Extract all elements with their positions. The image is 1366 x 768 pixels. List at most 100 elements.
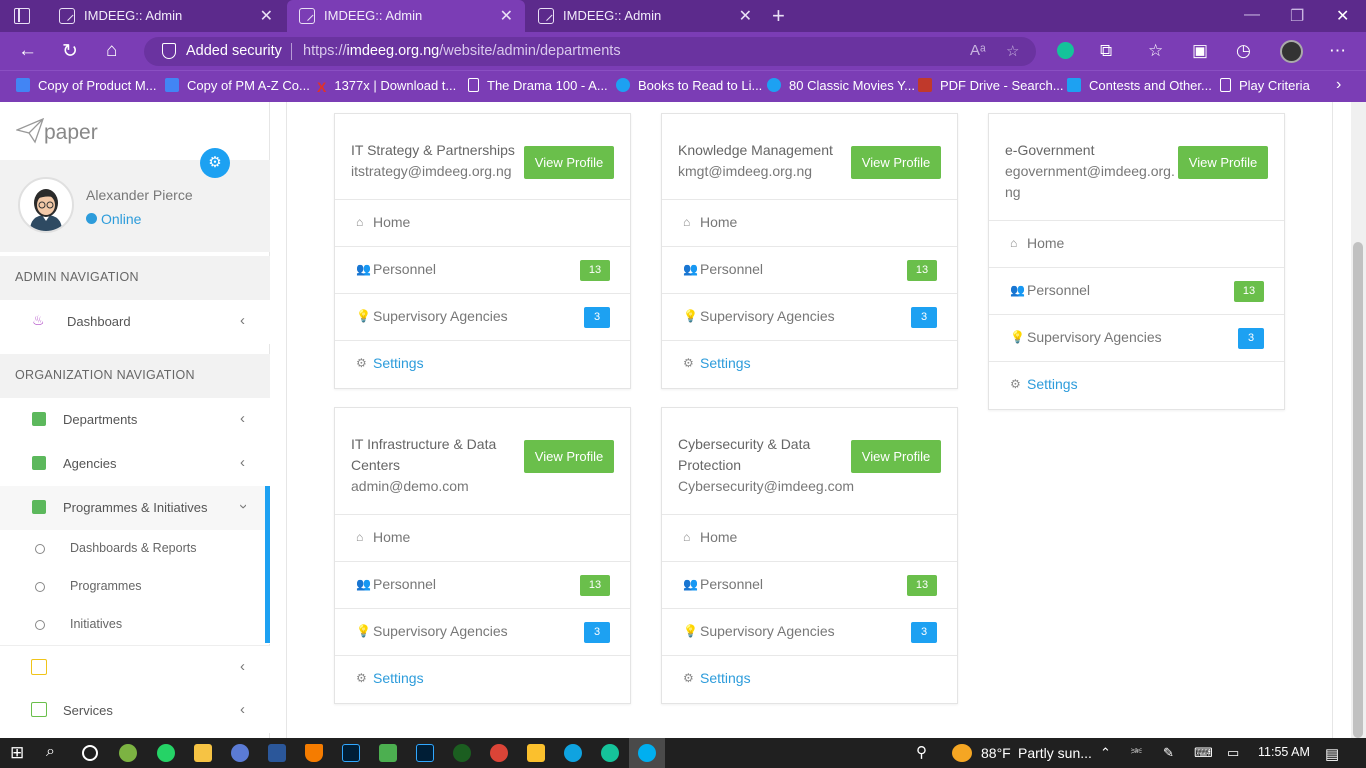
sidebar-item-programmes[interactable]: Programmes & Initiatives ‹ [0,486,270,530]
add-favorite-icon[interactable]: ☆ [1006,42,1019,60]
sidebar-subitem-programmes[interactable]: Programmes [0,568,270,606]
card-row-agencies[interactable]: 💡 Supervisory Agencies 3 [662,609,957,656]
card-row-personnel[interactable]: 👥 Personnel 13 [335,562,630,609]
minimize-icon[interactable]: — [1244,6,1260,24]
sidebar-item-dashboard[interactable]: ♨ Dashboard ‹ [0,300,270,344]
view-profile-button[interactable]: View Profile [524,146,614,179]
card-row-settings[interactable]: ⚙ Settings [989,362,1284,409]
search-icon[interactable]: ⌕ [46,743,55,761]
close-tab-icon[interactable]: ✕ [500,6,513,26]
grammarly-icon[interactable] [1057,42,1074,59]
extensions-icon[interactable]: ⧉ [1100,41,1112,61]
sidebar-item-services[interactable]: Services ‹ [0,689,270,733]
chrome-icon[interactable] [490,744,508,762]
refresh-icon[interactable]: ↻ [62,40,78,63]
grammarly-icon[interactable] [601,744,619,762]
settings-link[interactable]: Settings [700,355,751,371]
close-tab-icon[interactable]: ✕ [260,6,273,26]
card-row-home[interactable]: ⌂ Home [662,200,957,247]
url-input[interactable]: Added security https://imdeeg.org.ng/web… [144,37,1036,66]
card-row-home[interactable]: ⌂ Home [989,221,1284,268]
tab-actions-icon[interactable] [14,8,30,24]
bookmark-item[interactable]: X 1377x | Download t... [317,78,456,94]
skype-tab[interactable] [629,738,665,768]
card-row-settings[interactable]: ⚙ Settings [335,341,630,388]
favorites-icon[interactable]: ☆ [1148,41,1163,61]
app-icon[interactable] [379,744,397,762]
vlc-icon[interactable] [305,744,323,762]
shield-icon[interactable] [162,43,176,59]
bookmark-item[interactable]: Copy of Product M... [16,78,157,93]
security-label[interactable]: Added security [186,43,282,59]
bookmarks-overflow-icon[interactable]: › [1336,76,1341,94]
bookmark-item[interactable]: Play Criteria [1220,78,1310,93]
close-window-icon[interactable]: ✕ [1336,6,1349,26]
card-row-agencies[interactable]: 💡 Supervisory Agencies 3 [662,294,957,341]
profile-avatar[interactable] [1280,40,1303,63]
card-row-personnel[interactable]: 👥 Personnel 13 [662,247,957,294]
clock[interactable]: 11:55 AM [1258,745,1310,759]
app-icon[interactable] [231,744,249,762]
browser-tab-active[interactable]: IMDEEG:: Admin ✕ [287,0,525,32]
browser-tab[interactable]: IMDEEG:: Admin ✕ [526,0,764,32]
sidebar-item-agencies[interactable]: Agencies ‹ [0,442,270,486]
settings-link[interactable]: Settings [373,670,424,686]
file-explorer-icon[interactable] [194,744,212,762]
scrollbar-thumb[interactable] [1353,242,1363,738]
card-row-personnel[interactable]: 👥 Personnel 13 [989,268,1284,315]
card-row-agencies[interactable]: 💡 Supervisory Agencies 3 [335,294,630,341]
more-icon[interactable]: ⋯ [1329,41,1346,61]
view-profile-button[interactable]: View Profile [851,440,941,473]
photoshop-icon[interactable] [342,744,360,762]
bookmark-item[interactable]: The Drama 100 - A... [468,78,608,93]
card-row-home[interactable]: ⌂ Home [662,515,957,562]
temperature[interactable]: 88°F [981,745,1011,761]
close-tab-icon[interactable]: ✕ [739,6,752,26]
settings-link[interactable]: Settings [700,670,751,686]
bookmark-item[interactable]: Copy of PM A-Z Co... [165,78,310,93]
card-row-settings[interactable]: ⚙ Settings [335,656,630,703]
card-row-personnel[interactable]: 👥 Personnel 13 [335,247,630,294]
edge-icon[interactable] [564,744,582,762]
chevron-up-icon[interactable]: ⌃ [1100,745,1111,761]
notifications-icon[interactable]: ▤ [1325,745,1339,763]
sidebar-item-departments[interactable]: Departments ‹ [0,398,270,442]
card-row-agencies[interactable]: 💡 Supervisory Agencies 3 [989,315,1284,362]
display-icon[interactable]: ▭ [1227,745,1239,761]
pen-icon[interactable]: ✎ [1163,745,1174,761]
card-row-settings[interactable]: ⚙ Settings [662,656,957,703]
browser-tab[interactable]: IMDEEG:: Admin ✕ [47,0,285,32]
settings-fab-button[interactable]: ⚙ [200,148,230,178]
card-row-agencies[interactable]: 💡 Supervisory Agencies 3 [335,609,630,656]
bookmark-item[interactable]: Contests and Other... [1067,78,1212,93]
weather-text[interactable]: Partly sun... [1018,745,1092,761]
people-icon[interactable]: ⚲ [916,743,927,761]
bookmark-item[interactable]: Books to Read to Li... [616,78,762,93]
restore-icon[interactable]: ❐ [1290,6,1304,26]
settings-link[interactable]: Settings [1027,376,1078,392]
card-row-personnel[interactable]: 👥 Personnel 13 [662,562,957,609]
history-icon[interactable]: ◷ [1236,41,1251,61]
sidebar-subitem-dashboards[interactable]: Dashboards & Reports [0,530,270,568]
bookmark-item[interactable]: 80 Classic Movies Y... [767,78,915,93]
view-profile-button[interactable]: View Profile [1178,146,1268,179]
bookmark-item[interactable]: PDF Drive - Search... [918,78,1064,93]
avatar[interactable] [18,177,74,233]
windows-start-icon[interactable]: ⊞ [10,743,24,763]
view-profile-button[interactable]: View Profile [851,146,941,179]
card-row-settings[interactable]: ⚙ Settings [662,341,957,388]
whatsapp-icon[interactable] [157,744,175,762]
card-row-home[interactable]: ⌂ Home [335,515,630,562]
collections-icon[interactable]: ▣ [1192,41,1208,61]
back-icon[interactable]: ← [18,40,37,62]
url-text[interactable]: https://imdeeg.org.ng/website/admin/depa… [303,43,621,59]
app-icon[interactable] [119,744,137,762]
weather-icon[interactable] [952,744,972,762]
settings-link[interactable]: Settings [373,355,424,371]
home-icon[interactable]: ⌂ [106,40,117,62]
read-aloud-icon[interactable]: Aᵃ [970,42,986,59]
lightroom-icon[interactable] [416,744,434,762]
word-icon[interactable] [268,744,286,762]
keyboard-icon[interactable]: ⌨ [1194,745,1213,761]
network-icon[interactable]: ⎃ [1131,745,1142,761]
